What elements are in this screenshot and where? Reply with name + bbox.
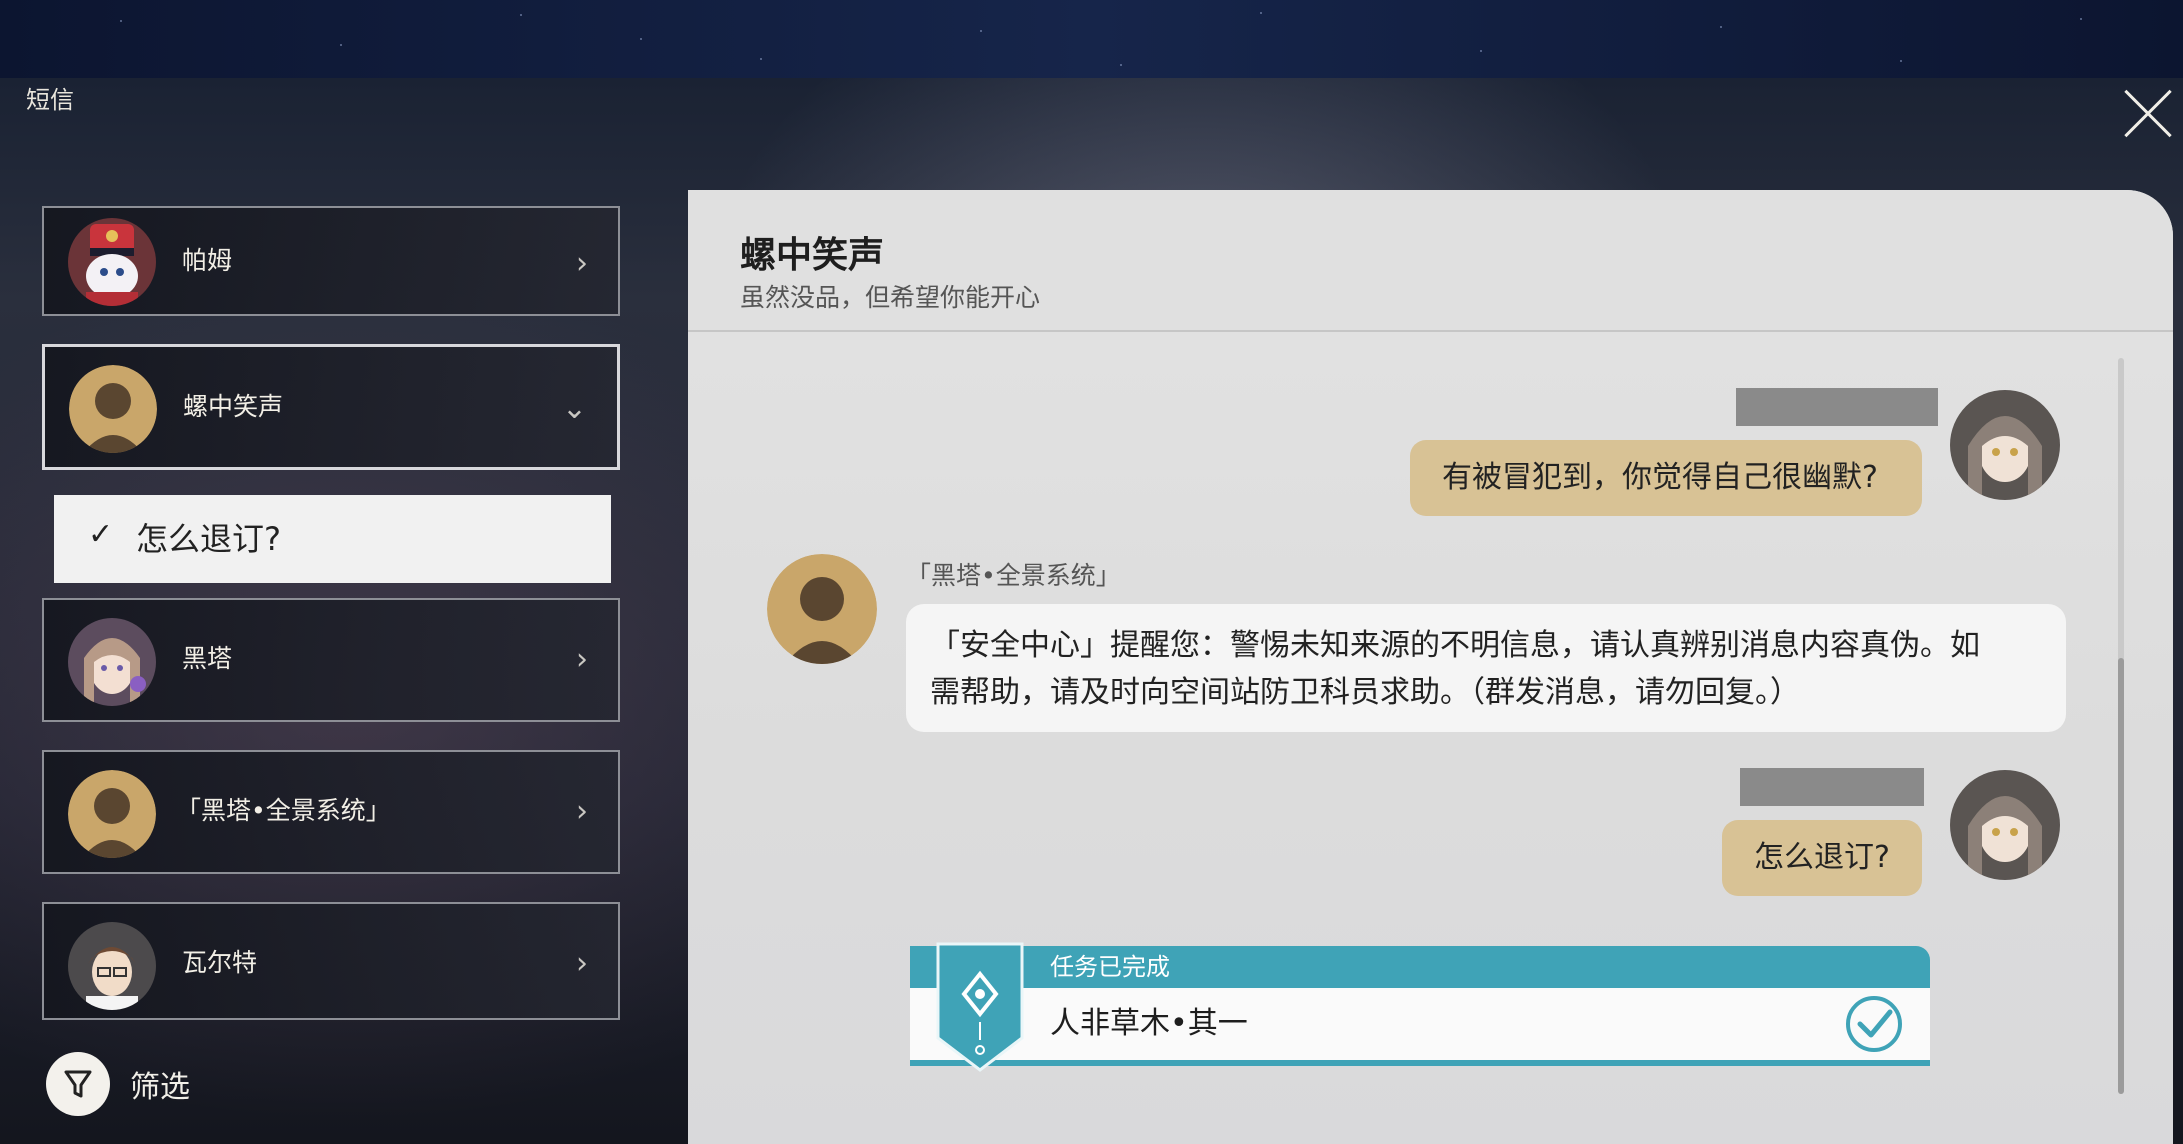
task-underline	[910, 1060, 1930, 1066]
message-text-line: 「安全中心」提醒您：警惕未知来源的不明信息，请认真辨别消息内容真伪。如	[930, 628, 1980, 663]
message-bubble-sent: 有被冒犯到，你觉得自己很幽默?	[1410, 440, 1922, 516]
app-title: 短信	[26, 86, 74, 114]
task-status: 任务已完成	[1050, 953, 1170, 981]
filter-label[interactable]: 筛选	[130, 1062, 190, 1106]
chevron-right-icon: ›	[576, 642, 588, 677]
scrollbar-thumb[interactable]	[2118, 658, 2124, 1094]
check-circle-icon	[1846, 996, 1902, 1052]
welt-avatar	[68, 922, 156, 1010]
chat-subtitle: 虽然没品，但希望你能开心	[740, 283, 1041, 312]
silhouette-avatar	[767, 554, 877, 664]
contact-item-herta[interactable]: 黑塔 ›	[42, 598, 620, 722]
contact-item-active[interactable]: 螺中笑声 ⌄	[42, 344, 620, 470]
message-bubble-received: 「安全中心」提醒您：警惕未知来源的不明信息，请认真辨别消息内容真伪。如 需帮助，…	[906, 604, 2066, 732]
mission-complete-card[interactable]: 任务已完成 人非草木•其一	[910, 942, 1930, 1072]
contact-name: 瓦尔特	[182, 948, 258, 977]
chat-title: 螺中笑声	[740, 235, 885, 276]
task-status-bar: 任务已完成	[910, 946, 1930, 988]
filter-icon	[64, 1070, 92, 1098]
pom-pom-avatar	[68, 218, 156, 306]
filter-button[interactable]	[46, 1052, 110, 1116]
player-name-redacted	[1736, 388, 1938, 426]
contact-item-herta-system[interactable]: 「黑塔•全景系统」 ›	[42, 750, 620, 874]
herta-avatar	[68, 618, 156, 706]
silhouette-avatar	[69, 365, 157, 453]
player-name-redacted	[1740, 768, 1924, 806]
contact-name: 螺中笑声	[183, 392, 284, 421]
contact-item-pom-pom[interactable]: 帕姆 ›	[42, 206, 620, 316]
option-label: 怎么退订?	[136, 520, 281, 558]
contact-name: 「黑塔•全景系统」	[176, 796, 391, 825]
checkmark-icon: ✓	[88, 517, 114, 552]
contact-item-welt[interactable]: 瓦尔特 ›	[42, 902, 620, 1020]
chevron-right-icon: ›	[576, 246, 588, 281]
player-avatar	[1950, 770, 2060, 880]
chat-scrollbar[interactable]	[2118, 358, 2124, 1094]
contact-name: 黑塔	[182, 644, 233, 673]
contact-name: 帕姆	[182, 246, 233, 275]
message-sender-name: 「黑塔•全景系统」	[906, 561, 1121, 590]
message-text-line: 需帮助，请及时向空间站防卫科员求助。（群发消息，请勿回复。）	[930, 675, 1800, 710]
mission-badge-icon	[936, 942, 1024, 1072]
close-button[interactable]	[2122, 88, 2174, 140]
player-avatar	[1950, 390, 2060, 500]
message-bubble-sent: 怎么退订?	[1722, 820, 1922, 896]
silhouette-avatar	[68, 770, 156, 858]
chat-header: 螺中笑声 虽然没品，但希望你能开心	[688, 190, 2173, 332]
chevron-right-icon: ›	[576, 946, 588, 981]
chevron-down-icon: ⌄	[561, 391, 587, 426]
conversation-option-selected[interactable]: ✓ 怎么退订?	[54, 495, 611, 583]
task-name: 人非草木•其一	[1050, 1006, 1248, 1041]
starfield-decoration	[0, 0, 2183, 78]
chevron-right-icon: ›	[576, 794, 588, 829]
